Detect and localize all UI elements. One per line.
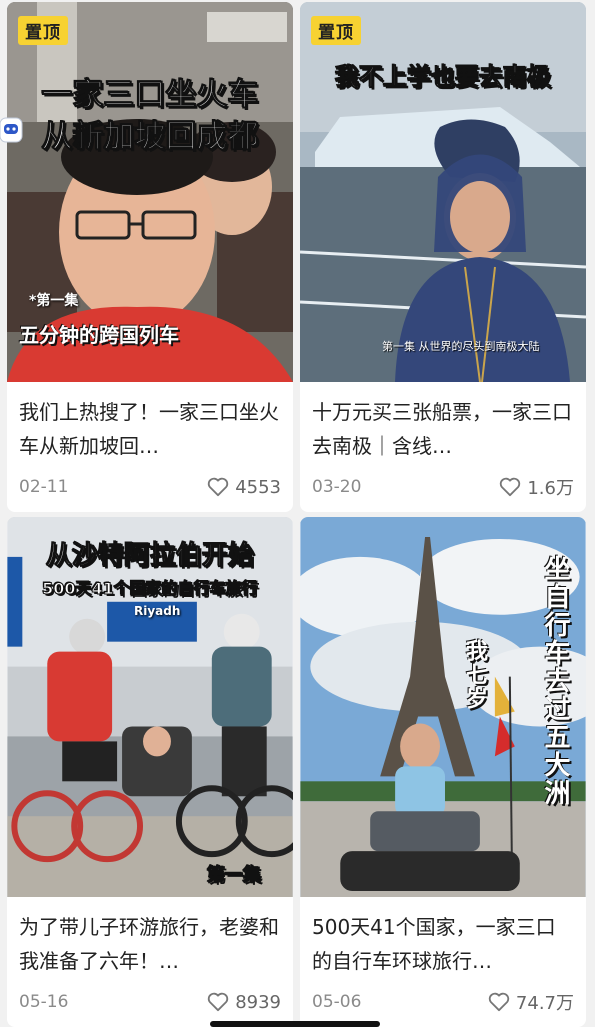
video-meta: 02-11 4553 <box>19 474 281 500</box>
video-card[interactable]: 置顶 一家三口坐火车 从新加坡回成都 *第一集 五分钟的跨国列车 我们上热搜了！… <box>7 2 293 512</box>
video-thumbnail[interactable]: 坐自行车去过五大洲 我七岁 <box>300 517 586 898</box>
video-description[interactable]: 十万元买三张船票，一家三口去南极｜含线… <box>312 395 574 463</box>
heart-icon <box>208 992 229 1012</box>
video-meta: 05-16 8939 <box>19 989 281 1015</box>
thumbnail-side-text: 我七岁 <box>462 639 487 711</box>
video-card[interactable]: 置顶 我不上学也要去南极 第一集 从世界的尽头到南极大陆 十万元买三张船票，一家… <box>300 2 586 512</box>
thumbnail-title: 一家三口坐火车 从新加坡回成都 <box>17 74 283 158</box>
post-date: 05-16 <box>19 992 69 1012</box>
road-sign-text: Riyadh <box>134 604 181 618</box>
video-card[interactable]: 坐自行车去过五大洲 我七岁 500天41个国家，一家三口的自行车环球旅行… 05… <box>300 517 586 1027</box>
like-button[interactable]: 74.7万 <box>488 989 574 1015</box>
post-date: 02-11 <box>19 477 69 497</box>
pinned-badge: 置顶 <box>18 16 68 45</box>
heart-icon <box>500 477 521 497</box>
thumbnail-title-line1: 一家三口坐火车 <box>41 77 259 114</box>
like-button[interactable]: 4553 <box>207 477 281 498</box>
robot-assistant-icon[interactable] <box>0 115 24 145</box>
video-thumbnail[interactable]: 从沙特阿拉伯开始 500天41个国家的自行车旅行 Riyadh 第一集 <box>7 517 293 898</box>
thumbnail-title: 我不上学也要去南极 <box>335 63 552 92</box>
video-meta: 03-20 1.6万 <box>312 474 574 500</box>
thumbnail-vertical-title: 坐自行车去过五大洲 <box>540 555 570 807</box>
post-date: 03-20 <box>312 477 362 497</box>
episode-tag: *第一集 <box>29 293 79 309</box>
pinned-badge: 置顶 <box>311 16 361 45</box>
video-grid: 置顶 一家三口坐火车 从新加坡回成都 *第一集 五分钟的跨国列车 我们上热搜了！… <box>0 0 595 1027</box>
thumbnail-subtitle: 五分钟的跨国列车 <box>19 323 179 347</box>
video-description[interactable]: 为了带儿子环游旅行，老婆和我准备了六年！… <box>19 910 281 978</box>
video-description[interactable]: 500天41个国家，一家三口的自行车环球旅行… <box>312 910 574 978</box>
like-button[interactable]: 8939 <box>207 992 281 1013</box>
video-meta: 05-06 74.7万 <box>312 989 574 1015</box>
episode-tag: 第一集 <box>207 865 262 887</box>
thumbnail-title: 从沙特阿拉伯开始 <box>45 541 254 572</box>
cycling-scene-image <box>7 517 293 897</box>
like-count: 74.7万 <box>515 993 574 1014</box>
video-thumbnail[interactable]: 置顶 我不上学也要去南极 第一集 从世界的尽头到南极大陆 <box>300 2 586 382</box>
video-thumbnail[interactable]: 置顶 一家三口坐火车 从新加坡回成都 *第一集 五分钟的跨国列车 <box>7 2 293 382</box>
episode-caption: 第一集 从世界的尽头到南极大陆 <box>382 340 540 353</box>
thumbnail-title-line2: 从新加坡回成都 <box>41 119 259 156</box>
video-card[interactable]: 从沙特阿拉伯开始 500天41个国家的自行车旅行 Riyadh 第一集 为了带儿… <box>7 517 293 1027</box>
heart-icon <box>488 992 510 1012</box>
like-count: 8939 <box>235 991 281 1013</box>
post-date: 05-06 <box>312 992 362 1012</box>
like-count: 4553 <box>235 476 281 498</box>
like-button[interactable]: 1.6万 <box>499 474 574 500</box>
home-indicator[interactable] <box>210 1021 380 1027</box>
like-count: 1.6万 <box>527 478 574 499</box>
heart-icon <box>208 477 229 497</box>
thumbnail-subtitle: 500天41个国家的自行车旅行 <box>42 579 259 599</box>
video-description[interactable]: 我们上热搜了！一家三口坐火车从新加坡回… <box>19 395 281 463</box>
